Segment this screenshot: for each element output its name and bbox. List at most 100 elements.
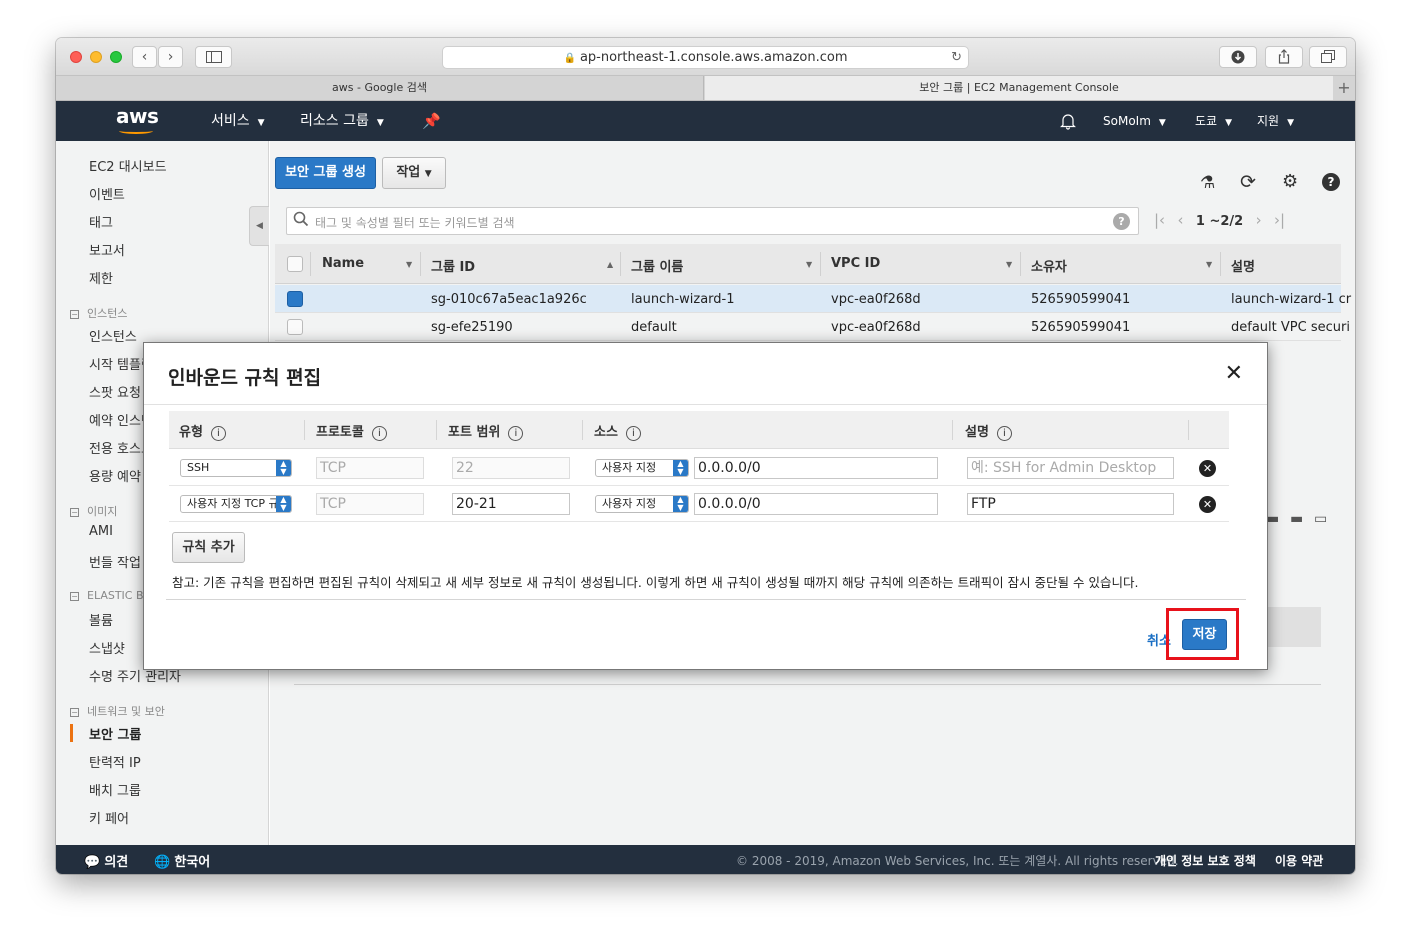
copyright-text: © 2008 - 2019, Amazon Web Services, Inc.… [736,854,1179,868]
sidebar-item-spot-requests[interactable]: 스팟 요청 [89,382,141,401]
col-vpc-id[interactable]: VPC ID ▼ [831,256,1012,271]
sidebar-item-ami[interactable]: AMI [89,524,113,539]
rule-type-select[interactable]: SSH ▲ ▼ [180,459,292,477]
chevron-down-icon: ▼ [376,118,384,128]
sidebar-item-snapshots[interactable]: 스냅샷 [89,638,125,657]
col-description[interactable]: 설명 [1231,256,1255,275]
privacy-link[interactable]: 개인 정보 보호 정책 [1155,852,1256,869]
tab-ec2-console[interactable]: 보안 그룹 | EC2 Management Console [705,76,1333,100]
filter-search-input[interactable]: 태그 및 속성별 필터 또는 키워드별 검색 ? [286,207,1139,235]
col-group-name[interactable]: 그룹 이름 ▼ [631,256,812,275]
chevron-right-icon: › [167,49,174,65]
notifications-button[interactable] [1060,101,1076,141]
source-cidr-input[interactable]: 0.0.0.0/0 [694,493,938,515]
sidebar-item-security-groups[interactable]: 보안 그룹 [89,724,141,743]
sidebar-item-limits[interactable]: 제한 [89,268,113,287]
sidebar-section-images[interactable]: − 이미지 [70,503,117,519]
reload-icon[interactable]: ↻ [951,47,962,68]
sidebar-item-instances[interactable]: 인스턴스 [89,326,137,345]
sidebar-item-volumes[interactable]: 볼륨 [89,610,113,629]
sidebar-item-dashboard[interactable]: EC2 대시보드 [89,156,167,175]
info-icon[interactable]: i [210,426,226,441]
sidebar-item-capacity-reservations[interactable]: 용량 예약 [89,466,141,485]
description-input[interactable]: 예: SSH for Admin Desktop [967,457,1174,479]
create-security-group-button[interactable]: 보안 그룹 생성 [275,157,376,189]
panel-layout-icon-3[interactable]: ▭ [1314,511,1327,527]
prev-page-icon[interactable]: ‹ [1177,211,1183,229]
sidebar-section-instances[interactable]: − 인스턴스 [70,305,127,321]
gear-icon[interactable]: ⚙ [1282,171,1298,192]
sidebar-item-tags[interactable]: 태그 [89,212,113,231]
table-row[interactable]: sg-010c67a5eac1a926c launch-wizard-1 vpc… [275,285,1351,313]
sidebar-collapse-button[interactable]: ◀ [249,206,269,246]
sidebar-item-bundle-tasks[interactable]: 번들 작업 [89,552,141,571]
tab-bar: aws - Google 검색 보안 그룹 | EC2 Management C… [56,76,1355,101]
feedback-link[interactable]: 💬 의견 [84,851,128,870]
actions-dropdown[interactable]: 작업 ▼ [382,157,446,189]
account-menu[interactable]: SoMoIm ▼ [1103,101,1166,141]
info-icon[interactable]: i [996,426,1012,441]
sidebar-item-elastic-ips[interactable]: 탄력적 IP [89,752,141,771]
pin-icon[interactable]: 📌 [422,101,441,141]
aws-logo[interactable]: aws [116,104,159,134]
add-rule-button[interactable]: 규칙 추가 [172,532,245,563]
next-page-icon[interactable]: › [1256,211,1262,229]
minimize-window-button[interactable] [90,51,102,63]
region-menu[interactable]: 도쿄 ▼ [1195,101,1232,141]
close-window-button[interactable] [70,51,82,63]
sort-up-icon: ▲ [607,260,614,269]
refresh-icon[interactable]: ⟳ [1240,171,1256,193]
sidebar-item-placement-groups[interactable]: 배치 그룹 [89,780,141,799]
sidebar-toggle-button[interactable] [195,46,232,68]
sidebar-section-network-security[interactable]: − 네트워크 및 보안 [70,703,165,719]
source-cidr-input[interactable]: 0.0.0.0/0 [694,457,938,479]
language-link[interactable]: 🌐 한국어 [154,851,210,870]
sort-down-icon: ▼ [406,260,413,269]
downloads-button[interactable] [1219,46,1257,68]
zoom-window-button[interactable] [110,51,122,63]
tabs-overview-button[interactable] [1309,46,1347,68]
info-icon[interactable]: i [625,426,641,441]
support-menu[interactable]: 지원 ▼ [1257,101,1294,141]
back-button[interactable]: ‹ [132,46,157,68]
resource-groups-menu[interactable]: 리소스 그룹 ▼ [300,101,384,141]
port-range-input[interactable]: 20-21 [452,493,570,515]
info-icon[interactable]: i [371,426,387,441]
last-page-icon[interactable]: ›| [1274,211,1285,229]
source-type-select[interactable]: 사용자 지정 ▲ ▼ [595,495,689,513]
remove-rule-icon[interactable]: ✕ [1199,496,1216,513]
help-icon[interactable]: ? [1322,173,1340,191]
divider [294,684,1321,685]
row-checkbox[interactable] [287,319,303,335]
col-group-id[interactable]: 그룹 ID ▲ [431,256,613,275]
sidebar-item-reports[interactable]: 보고서 [89,240,125,259]
source-type-select[interactable]: 사용자 지정 ▲ ▼ [595,459,689,477]
table-row[interactable]: sg-efe25190 default vpc-ea0f268d 5265905… [275,313,1350,341]
description-input[interactable]: FTP [967,493,1174,515]
section-title: 이미지 [87,505,118,518]
close-icon[interactable]: ✕ [1225,363,1243,385]
services-menu[interactable]: 서비스 ▼ [211,101,265,141]
select-all-checkbox[interactable] [287,256,303,272]
remove-rule-icon[interactable]: ✕ [1199,460,1216,477]
panel-layout-icon-2[interactable]: ▬ [1290,511,1303,527]
col-name[interactable]: Name ▼ [322,256,412,271]
rule-type-select[interactable]: 사용자 지정 TCP 규칙 ▲ ▼ [180,495,292,513]
chevron-down-icon: ▼ [1287,118,1295,128]
aws-logo-text: aws [116,104,159,128]
address-bar[interactable]: 🔒 ap-northeast-1.console.aws.amazon.com ↻ [442,46,969,69]
new-tab-button[interactable]: + [1333,76,1355,100]
sidebar-item-events[interactable]: 이벤트 [89,184,125,203]
flask-icon[interactable]: ⚗ [1200,173,1215,193]
col-owner[interactable]: 소유자 ▼ [1031,256,1212,275]
search-help-icon[interactable]: ? [1113,213,1130,230]
forward-button[interactable]: › [158,46,183,68]
share-button[interactable] [1265,46,1303,68]
first-page-icon[interactable]: |‹ [1154,211,1165,229]
row-checkbox[interactable] [287,291,303,307]
sidebar-item-key-pairs[interactable]: 키 페어 [89,808,129,827]
tab-google-search[interactable]: aws - Google 검색 [56,76,704,100]
terms-link[interactable]: 이용 약관 [1275,852,1323,869]
cell-vpc-id: vpc-ea0f268d [831,320,921,335]
info-icon[interactable]: i [508,426,524,441]
